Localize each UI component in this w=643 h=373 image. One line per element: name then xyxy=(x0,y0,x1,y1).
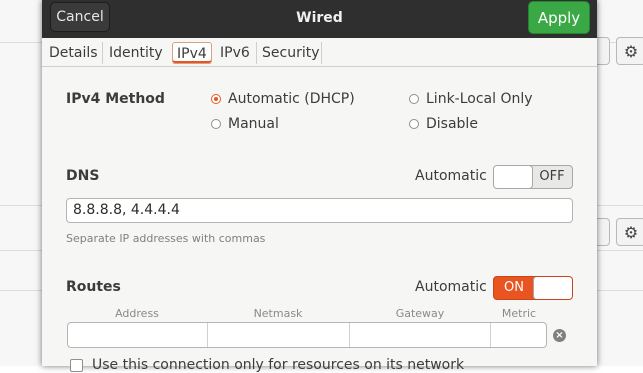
tab-details[interactable]: Details xyxy=(45,42,102,64)
route-column-gateway: Gateway xyxy=(395,307,445,320)
checkbox-label: Use this connection only for resources o… xyxy=(92,357,465,373)
tab-divider xyxy=(102,42,103,64)
switch-state-text: OFF xyxy=(539,169,565,184)
radio-link-local-only[interactable]: Link-Local Only xyxy=(409,91,533,107)
tab-ipv6[interactable]: IPv6 xyxy=(216,42,254,64)
radio-label: Manual xyxy=(228,116,279,132)
background-toggle-edge xyxy=(597,218,610,246)
route-netmask-input[interactable] xyxy=(208,323,350,347)
switch-state-text: ON xyxy=(504,280,524,295)
radio-unchecked-icon xyxy=(409,94,419,104)
route-column-netmask: Netmask xyxy=(253,307,303,320)
route-column-address: Address xyxy=(115,307,159,320)
routes-automatic-label: Automatic xyxy=(415,279,487,295)
radio-label: Link-Local Only xyxy=(426,91,533,107)
dns-automatic-switch[interactable]: OFF xyxy=(493,165,573,189)
dns-servers-input[interactable]: 8.8.8.8, 4.4.4.4 xyxy=(66,198,573,223)
dns-hint: Separate IP addresses with commas xyxy=(66,232,266,245)
tab-identity[interactable]: Identity xyxy=(105,42,167,64)
route-gateway-input[interactable] xyxy=(350,323,492,347)
background-gear-icon[interactable]: ⚙ xyxy=(616,37,643,65)
tab-bar: Details Identity IPv4 IPv6 Security xyxy=(42,38,597,67)
switch-knob xyxy=(533,277,572,299)
route-metric-input[interactable] xyxy=(491,323,546,347)
apply-button[interactable]: Apply xyxy=(528,1,590,34)
route-address-input[interactable] xyxy=(68,323,209,347)
tab-security[interactable]: Security xyxy=(258,42,324,64)
local-resources-checkbox-row[interactable]: Use this connection only for resources o… xyxy=(70,357,464,373)
radio-unchecked-icon xyxy=(211,119,221,129)
tab-divider xyxy=(321,42,322,64)
radio-unchecked-icon xyxy=(409,119,419,129)
radio-disable[interactable]: Disable xyxy=(409,116,478,132)
remove-route-icon[interactable]: × xyxy=(553,329,566,342)
tab-ipv4[interactable]: IPv4 xyxy=(172,42,212,64)
route-column-metric: Metric xyxy=(501,307,537,320)
routes-automatic-switch[interactable]: ON xyxy=(493,276,573,300)
checkbox-icon[interactable] xyxy=(70,358,83,372)
radio-checked-icon xyxy=(211,94,221,104)
background-gear-icon[interactable]: ⚙ xyxy=(616,218,643,246)
dns-automatic-label: Automatic xyxy=(415,168,487,184)
wired-dialog: Cancel Wired Apply Details Identity IPv4… xyxy=(42,0,597,373)
radio-automatic-dhcp[interactable]: Automatic (DHCP) xyxy=(211,91,355,107)
radio-label: Disable xyxy=(426,116,478,132)
radio-label: Automatic (DHCP) xyxy=(228,91,355,107)
header-bar: Cancel Wired Apply xyxy=(42,0,597,38)
route-row xyxy=(67,322,547,348)
ipv4-method-label: IPv4 Method xyxy=(66,91,165,107)
dns-label: DNS xyxy=(66,168,100,184)
tab-divider xyxy=(256,42,257,64)
dialog-title: Wired xyxy=(296,10,343,26)
radio-manual[interactable]: Manual xyxy=(211,116,279,132)
routes-label: Routes xyxy=(66,279,121,295)
switch-knob xyxy=(494,166,533,188)
background-toggle-edge xyxy=(597,37,610,65)
